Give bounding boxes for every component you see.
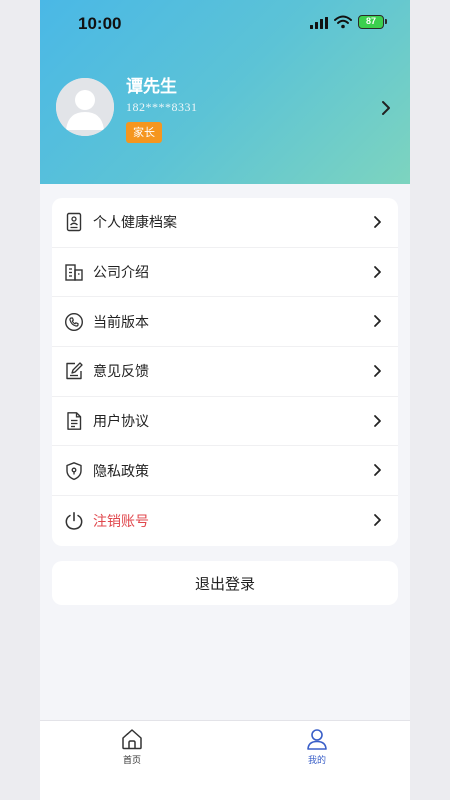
bottom-tab-bar: 首页 我的: [40, 720, 410, 800]
chevron-right-icon: [374, 315, 381, 328]
menu-item-label: 注销账号: [93, 513, 149, 530]
menu-item-user-agreement[interactable]: 用户协议: [52, 397, 398, 447]
shield-icon: [64, 461, 84, 481]
wifi-icon: [334, 15, 352, 29]
avatar[interactable]: [56, 78, 114, 136]
profile-header: 10:00 87 谭先生 182****8331 家长: [40, 0, 410, 184]
chevron-right-icon: [374, 414, 381, 427]
user-name: 谭先生: [126, 77, 177, 97]
battery-icon: 87: [358, 15, 387, 29]
menu-item-label: 意见反馈: [93, 364, 149, 381]
menu-item-label: 当前版本: [93, 314, 149, 331]
menu-item-label: 个人健康档案: [93, 215, 177, 232]
menu-item-label: 用户协议: [93, 414, 149, 431]
user-icon: [307, 729, 327, 750]
chevron-right-icon[interactable]: [380, 100, 392, 116]
building-icon: [64, 262, 84, 282]
menu-item-feedback[interactable]: 意见反馈: [52, 347, 398, 397]
tab-home-label: 首页: [122, 756, 141, 766]
phone-icon: [64, 312, 84, 332]
default-avatar-icon: [56, 78, 114, 136]
chevron-right-icon: [374, 265, 381, 278]
menu-item-label: 公司介绍: [93, 265, 149, 282]
profile-row[interactable]: 谭先生 182****8331 家长: [56, 72, 396, 150]
document-icon: [64, 411, 84, 431]
menu-item-current-version[interactable]: 当前版本: [52, 297, 398, 348]
menu-item-privacy-policy[interactable]: 隐私政策: [52, 446, 398, 497]
user-phone: 182****8331: [126, 100, 198, 114]
menu-item-company-intro[interactable]: 公司介绍: [52, 248, 398, 298]
power-icon: [64, 511, 84, 531]
health-record-icon: [64, 212, 84, 232]
home-icon: [122, 729, 142, 750]
chevron-right-icon: [374, 514, 381, 527]
status-bar: 10:00 87: [40, 0, 410, 48]
chevron-right-icon: [374, 216, 381, 228]
settings-menu: 个人健康档案 公司介绍 当前版本 意见反馈 用户协议 隐私政策 注销账号: [52, 198, 398, 546]
tab-home[interactable]: 首页: [102, 727, 162, 766]
menu-item-label: 隐私政策: [93, 463, 149, 480]
logout-button[interactable]: 退出登录: [52, 561, 398, 605]
menu-item-health-record[interactable]: 个人健康档案: [52, 198, 398, 248]
feedback-edit-icon: [64, 361, 84, 381]
role-badge: 家长: [126, 122, 162, 143]
chevron-right-icon: [374, 464, 381, 477]
tab-mine[interactable]: 我的: [287, 727, 347, 766]
menu-item-delete-account[interactable]: 注销账号: [52, 496, 398, 546]
phone-screen: 10:00 87 谭先生 182****8331 家长 个人健康档案 公司介绍 …: [40, 0, 410, 800]
signal-icon: [310, 17, 328, 29]
status-time: 10:00: [78, 14, 122, 33]
chevron-right-icon: [374, 365, 381, 377]
tab-mine-label: 我的: [307, 756, 326, 766]
